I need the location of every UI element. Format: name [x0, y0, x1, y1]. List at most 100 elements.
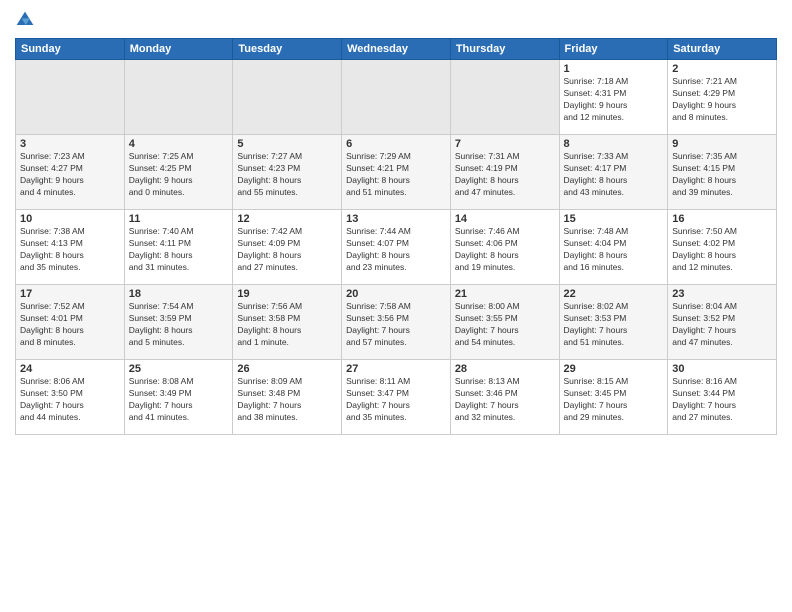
day-info: Sunrise: 7:18 AMSunset: 4:31 PMDaylight:…: [564, 76, 664, 124]
day-info: Sunrise: 7:31 AMSunset: 4:19 PMDaylight:…: [455, 151, 555, 199]
calendar-header: SundayMondayTuesdayWednesdayThursdayFrid…: [16, 39, 777, 60]
day-cell: 11Sunrise: 7:40 AMSunset: 4:11 PMDayligh…: [124, 210, 233, 285]
day-number: 15: [564, 213, 664, 225]
day-info: Sunrise: 8:06 AMSunset: 3:50 PMDaylight:…: [20, 376, 120, 424]
week-row-3: 17Sunrise: 7:52 AMSunset: 4:01 PMDayligh…: [16, 285, 777, 360]
day-number: 17: [20, 288, 120, 300]
day-info: Sunrise: 7:27 AMSunset: 4:23 PMDaylight:…: [237, 151, 337, 199]
day-info: Sunrise: 7:23 AMSunset: 4:27 PMDaylight:…: [20, 151, 120, 199]
day-cell: 12Sunrise: 7:42 AMSunset: 4:09 PMDayligh…: [233, 210, 342, 285]
day-number: 11: [129, 213, 229, 225]
day-info: Sunrise: 8:09 AMSunset: 3:48 PMDaylight:…: [237, 376, 337, 424]
day-number: 3: [20, 138, 120, 150]
day-info: Sunrise: 8:04 AMSunset: 3:52 PMDaylight:…: [672, 301, 772, 349]
day-info: Sunrise: 7:50 AMSunset: 4:02 PMDaylight:…: [672, 226, 772, 274]
day-info: Sunrise: 8:13 AMSunset: 3:46 PMDaylight:…: [455, 376, 555, 424]
day-cell: 25Sunrise: 8:08 AMSunset: 3:49 PMDayligh…: [124, 360, 233, 435]
day-number: 27: [346, 363, 446, 375]
day-cell: 10Sunrise: 7:38 AMSunset: 4:13 PMDayligh…: [16, 210, 125, 285]
day-number: 23: [672, 288, 772, 300]
day-number: 18: [129, 288, 229, 300]
day-info: Sunrise: 7:44 AMSunset: 4:07 PMDaylight:…: [346, 226, 446, 274]
day-cell: 9Sunrise: 7:35 AMSunset: 4:15 PMDaylight…: [668, 135, 777, 210]
day-info: Sunrise: 8:08 AMSunset: 3:49 PMDaylight:…: [129, 376, 229, 424]
day-cell: 30Sunrise: 8:16 AMSunset: 3:44 PMDayligh…: [668, 360, 777, 435]
day-cell: 17Sunrise: 7:52 AMSunset: 4:01 PMDayligh…: [16, 285, 125, 360]
logo: [15, 10, 37, 30]
day-number: 22: [564, 288, 664, 300]
day-info: Sunrise: 7:38 AMSunset: 4:13 PMDaylight:…: [20, 226, 120, 274]
day-number: 29: [564, 363, 664, 375]
day-cell: 18Sunrise: 7:54 AMSunset: 3:59 PMDayligh…: [124, 285, 233, 360]
day-number: 13: [346, 213, 446, 225]
day-number: 28: [455, 363, 555, 375]
day-cell: 4Sunrise: 7:25 AMSunset: 4:25 PMDaylight…: [124, 135, 233, 210]
week-row-1: 3Sunrise: 7:23 AMSunset: 4:27 PMDaylight…: [16, 135, 777, 210]
day-number: 6: [346, 138, 446, 150]
day-cell: 7Sunrise: 7:31 AMSunset: 4:19 PMDaylight…: [450, 135, 559, 210]
day-number: 9: [672, 138, 772, 150]
day-cell: 19Sunrise: 7:56 AMSunset: 3:58 PMDayligh…: [233, 285, 342, 360]
day-number: 14: [455, 213, 555, 225]
day-number: 1: [564, 63, 664, 75]
day-number: 25: [129, 363, 229, 375]
day-cell: 13Sunrise: 7:44 AMSunset: 4:07 PMDayligh…: [342, 210, 451, 285]
day-number: 10: [20, 213, 120, 225]
day-info: Sunrise: 7:21 AMSunset: 4:29 PMDaylight:…: [672, 76, 772, 124]
day-number: 24: [20, 363, 120, 375]
day-info: Sunrise: 7:25 AMSunset: 4:25 PMDaylight:…: [129, 151, 229, 199]
day-info: Sunrise: 7:40 AMSunset: 4:11 PMDaylight:…: [129, 226, 229, 274]
day-cell: 21Sunrise: 8:00 AMSunset: 3:55 PMDayligh…: [450, 285, 559, 360]
day-info: Sunrise: 7:52 AMSunset: 4:01 PMDaylight:…: [20, 301, 120, 349]
day-cell: [124, 60, 233, 135]
day-cell: 14Sunrise: 7:46 AMSunset: 4:06 PMDayligh…: [450, 210, 559, 285]
day-number: 20: [346, 288, 446, 300]
day-info: Sunrise: 8:00 AMSunset: 3:55 PMDaylight:…: [455, 301, 555, 349]
day-info: Sunrise: 7:46 AMSunset: 4:06 PMDaylight:…: [455, 226, 555, 274]
day-cell: 6Sunrise: 7:29 AMSunset: 4:21 PMDaylight…: [342, 135, 451, 210]
calendar: SundayMondayTuesdayWednesdayThursdayFrid…: [15, 38, 777, 435]
day-info: Sunrise: 7:29 AMSunset: 4:21 PMDaylight:…: [346, 151, 446, 199]
day-info: Sunrise: 7:33 AMSunset: 4:17 PMDaylight:…: [564, 151, 664, 199]
day-info: Sunrise: 7:35 AMSunset: 4:15 PMDaylight:…: [672, 151, 772, 199]
calendar-body: 1Sunrise: 7:18 AMSunset: 4:31 PMDaylight…: [16, 60, 777, 435]
day-info: Sunrise: 7:56 AMSunset: 3:58 PMDaylight:…: [237, 301, 337, 349]
day-number: 16: [672, 213, 772, 225]
day-cell: 24Sunrise: 8:06 AMSunset: 3:50 PMDayligh…: [16, 360, 125, 435]
day-number: 19: [237, 288, 337, 300]
header-tuesday: Tuesday: [233, 39, 342, 60]
header-row: SundayMondayTuesdayWednesdayThursdayFrid…: [16, 39, 777, 60]
week-row-2: 10Sunrise: 7:38 AMSunset: 4:13 PMDayligh…: [16, 210, 777, 285]
day-info: Sunrise: 8:11 AMSunset: 3:47 PMDaylight:…: [346, 376, 446, 424]
day-cell: 28Sunrise: 8:13 AMSunset: 3:46 PMDayligh…: [450, 360, 559, 435]
day-info: Sunrise: 7:48 AMSunset: 4:04 PMDaylight:…: [564, 226, 664, 274]
day-number: 30: [672, 363, 772, 375]
day-number: 21: [455, 288, 555, 300]
day-cell: 8Sunrise: 7:33 AMSunset: 4:17 PMDaylight…: [559, 135, 668, 210]
day-cell: 1Sunrise: 7:18 AMSunset: 4:31 PMDaylight…: [559, 60, 668, 135]
day-cell: [450, 60, 559, 135]
day-info: Sunrise: 8:15 AMSunset: 3:45 PMDaylight:…: [564, 376, 664, 424]
day-cell: 16Sunrise: 7:50 AMSunset: 4:02 PMDayligh…: [668, 210, 777, 285]
header-sunday: Sunday: [16, 39, 125, 60]
day-cell: 29Sunrise: 8:15 AMSunset: 3:45 PMDayligh…: [559, 360, 668, 435]
header-saturday: Saturday: [668, 39, 777, 60]
week-row-0: 1Sunrise: 7:18 AMSunset: 4:31 PMDaylight…: [16, 60, 777, 135]
day-cell: 23Sunrise: 8:04 AMSunset: 3:52 PMDayligh…: [668, 285, 777, 360]
week-row-4: 24Sunrise: 8:06 AMSunset: 3:50 PMDayligh…: [16, 360, 777, 435]
day-number: 5: [237, 138, 337, 150]
header-friday: Friday: [559, 39, 668, 60]
day-number: 26: [237, 363, 337, 375]
day-info: Sunrise: 7:58 AMSunset: 3:56 PMDaylight:…: [346, 301, 446, 349]
day-cell: 5Sunrise: 7:27 AMSunset: 4:23 PMDaylight…: [233, 135, 342, 210]
day-cell: 27Sunrise: 8:11 AMSunset: 3:47 PMDayligh…: [342, 360, 451, 435]
day-cell: 26Sunrise: 8:09 AMSunset: 3:48 PMDayligh…: [233, 360, 342, 435]
day-cell: 2Sunrise: 7:21 AMSunset: 4:29 PMDaylight…: [668, 60, 777, 135]
day-cell: 20Sunrise: 7:58 AMSunset: 3:56 PMDayligh…: [342, 285, 451, 360]
header-wednesday: Wednesday: [342, 39, 451, 60]
day-cell: 3Sunrise: 7:23 AMSunset: 4:27 PMDaylight…: [16, 135, 125, 210]
day-number: 2: [672, 63, 772, 75]
page: SundayMondayTuesdayWednesdayThursdayFrid…: [0, 0, 792, 612]
header: [15, 10, 777, 30]
day-number: 7: [455, 138, 555, 150]
